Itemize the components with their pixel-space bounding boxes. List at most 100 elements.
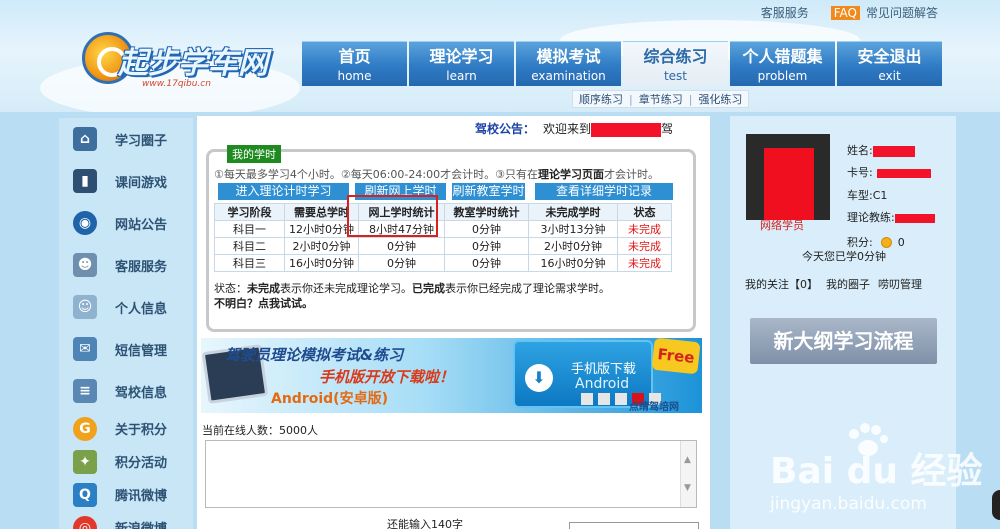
table-cell: 0分钟 <box>444 237 529 255</box>
card-label: 卡号: <box>847 166 873 179</box>
nav-sublabel: exit <box>878 69 901 83</box>
sidebar-item-profile[interactable]: ☺ 个人信息 <box>59 286 193 328</box>
points-value: 0 <box>897 235 905 249</box>
table-header-row: 学习阶段 需要总学时 网上学时统计 教室学时统计 未完成学时 状态 <box>214 203 672 221</box>
android-label: Android <box>575 376 630 392</box>
nav-sublabel: home <box>337 69 372 83</box>
user-car-type: 车型:C1 <box>847 187 887 203</box>
col-classroom: 教室学时统计 <box>444 203 529 221</box>
sidebar-item-label: 驾校信息 <box>115 385 168 401</box>
nav-label: 个人错题集 <box>742 47 823 66</box>
status-line: 状态：未完成表示你还未完成理论学习。已完成表示你已经完成了理论需求学时。 <box>214 281 610 296</box>
status-text: 表示你已经完成了理论需求学时。 <box>445 282 610 295</box>
logo-title: 起步学车网 <box>118 46 268 81</box>
enter-timed-study-button[interactable]: 进入理论计时学习 <box>218 183 349 200</box>
submit-area[interactable] <box>569 522 699 529</box>
avatar[interactable] <box>746 134 830 220</box>
subnav-divider: | <box>688 92 693 106</box>
tencent-weibo-icon: Q <box>73 482 97 507</box>
scroll-down-icon[interactable]: ▼ <box>684 483 691 493</box>
refresh-classroom-hours-button[interactable]: 刷新教室学时 <box>452 183 525 200</box>
table-cell: 0分钟 <box>358 254 445 272</box>
nav-learn[interactable]: 理论学习 learn <box>409 41 514 86</box>
chatter-manage-link[interactable]: 唠叨管理 <box>878 276 922 292</box>
sidebar-item-study-circle[interactable]: ⌂ 学习圈子 <box>59 118 193 160</box>
col-status: 状态 <box>617 203 672 221</box>
scroll-up-icon[interactable]: ▲ <box>684 455 691 465</box>
user-coach: 理论教练: <box>847 209 935 225</box>
nav-sublabel: examination <box>531 69 606 83</box>
nav-test[interactable]: 综合练习 test <box>623 41 728 86</box>
notice-text-tail: 驾 <box>661 122 674 136</box>
sidebar-item-sina-weibo[interactable]: ◎ 新浪微博 <box>59 511 193 529</box>
faq-link[interactable]: 常见问题解答 <box>866 4 938 21</box>
activity-icon: ✦ <box>73 449 97 474</box>
sidebar-item-announcements[interactable]: ◉ 网站公告 <box>59 202 193 244</box>
download-label: 手机版下载 <box>571 362 637 377</box>
table-row: 科目一 12小时0分钟 8小时47分钟 0分钟 3小时13分钟 未完成 <box>214 220 672 238</box>
subnav-sequential[interactable]: 顺序练习 <box>579 91 623 107</box>
faq-badge[interactable]: FAQ <box>830 5 860 20</box>
message-textarea[interactable]: ▲ ▼ <box>205 440 697 508</box>
nav-exit[interactable]: 安全退出 exit <box>837 41 942 86</box>
subnav-intensive[interactable]: 强化练习 <box>698 91 742 107</box>
main-nav: 首页 home 理论学习 learn 模拟考试 examination 综合练习… <box>302 41 944 86</box>
subnav-chapter[interactable]: 章节练习 <box>639 91 683 107</box>
watermark-url: jingyan.baidu.com <box>770 494 927 514</box>
nav-label: 理论学习 <box>429 47 494 66</box>
nav-sublabel: learn <box>446 69 477 83</box>
banner-pager-dot[interactable] <box>581 393 593 405</box>
avatar-label: 网络学员 <box>760 219 804 232</box>
textarea-scrollbar[interactable]: ▲ ▼ <box>680 441 696 507</box>
baidu-watermark: Bai du 经验 jingyan.baidu.com <box>760 420 1000 529</box>
nav-examination[interactable]: 模拟考试 examination <box>516 41 621 86</box>
sidebar-item-label: 积分活动 <box>115 456 168 471</box>
site-header: 客服服务 FAQ 常见问题解答 起步学车网 www.17qibu.cn 首页 h… <box>0 0 1000 112</box>
sidebar-item-service[interactable]: ☻ 客服服务 <box>59 244 193 286</box>
sidebar-item-about-points[interactable]: G 关于积分 <box>59 412 193 445</box>
nav-home[interactable]: 首页 home <box>302 41 407 86</box>
logo-url: www.17qibu.cn <box>142 79 211 89</box>
site-logo[interactable]: 起步学车网 www.17qibu.cn <box>82 26 282 96</box>
study-hours-table: 学习阶段 需要总学时 网上学时统计 教室学时统计 未完成学时 状态 科目一 12… <box>214 203 672 272</box>
sidebar-item-games[interactable]: ▮ 课间游戏 <box>59 160 193 202</box>
nav-label: 综合练习 <box>643 47 708 66</box>
new-syllabus-flow-button[interactable]: 新大纲学习流程 <box>750 318 937 364</box>
status-prefix: 状态： <box>214 282 247 295</box>
view-hour-records-button[interactable]: 查看详细学时记录 <box>535 183 673 200</box>
watermark-text: Bai du 经验 <box>770 451 983 492</box>
status-cell: 未完成 <box>617 237 672 255</box>
sidebar-item-sms[interactable]: ✉ 短信管理 <box>59 328 193 370</box>
rules-bold: 理论学习页面 <box>537 168 604 181</box>
nav-problem[interactable]: 个人错题集 problem <box>730 41 835 86</box>
app-download-banner[interactable]: 驾驶员理论模拟考试&练习 手机版开放下载啦！ Android(安卓版) ⬇ 手机… <box>201 338 702 413</box>
table-cell: 3小时13分钟 <box>528 220 618 238</box>
study-hours-panel: 我的学时 ①每天最多学习4个小时。②每天06:00-24:00才会计时。③只有在… <box>206 145 696 332</box>
main-content: 驾校公告： 欢迎来到 驾 我的学时 ①每天最多学习4个小时。②每天06:00-24:… <box>197 116 710 529</box>
table-cell: 0分钟 <box>444 220 529 238</box>
sidebar-item-school-info[interactable]: ≡ 驾校信息 <box>59 370 193 412</box>
nav-sublabel: test <box>663 69 688 83</box>
banner-headline: 驾驶员理论模拟考试&练习 <box>225 346 404 364</box>
sidebar-item-label: 个人信息 <box>115 301 168 317</box>
my-circle-link[interactable]: 我的圈子 <box>826 276 870 292</box>
table-cell: 2小时0分钟 <box>528 237 618 255</box>
edge-handle <box>992 490 1000 520</box>
sidebar-item-tencent-weibo[interactable]: Q 腾讯微博 <box>59 478 193 511</box>
subnav-divider: | <box>629 92 633 106</box>
sidebar-item-points-activity[interactable]: ✦ 积分活动 <box>59 445 193 478</box>
my-follows-link[interactable]: 我的关注【0】 <box>745 276 818 292</box>
car-type-value: C1 <box>872 189 888 202</box>
redacted-block <box>872 145 915 157</box>
rules-text: ①每天最多学习4个小时。②每天06:00-24:00才会计时。③只有在 <box>214 168 538 181</box>
highlight-box <box>347 195 438 237</box>
banner-pager-dot[interactable] <box>598 393 610 405</box>
banner-pager-dot[interactable] <box>615 393 627 405</box>
banner-platform: Android(安卓版) <box>271 391 388 407</box>
table-row: 科目三 16小时0分钟 0分钟 0分钟 16小时0分钟 未完成 <box>214 254 672 272</box>
help-link[interactable]: 不明白？点我试试。 <box>214 296 610 311</box>
sina-weibo-icon: ◎ <box>73 515 97 529</box>
points-icon: G <box>73 416 97 441</box>
study-hours-tag: 我的学时 <box>227 145 281 163</box>
service-link[interactable]: 客服服务 <box>761 4 809 21</box>
